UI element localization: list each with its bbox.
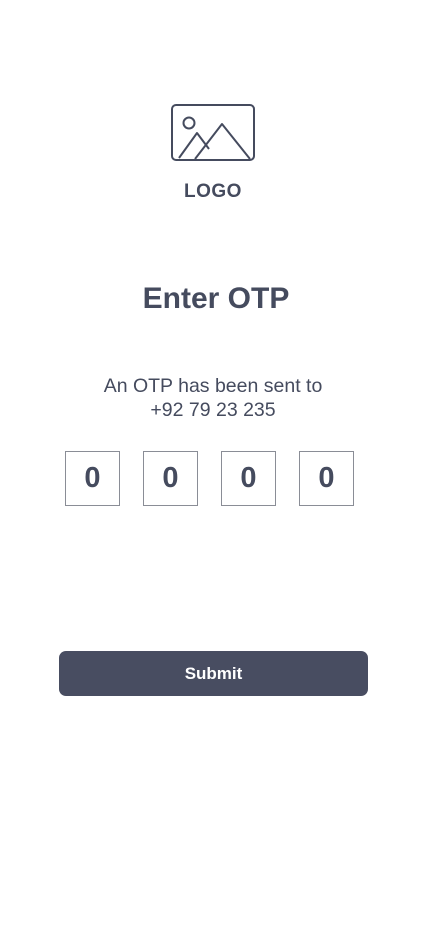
otp-digit-1[interactable]: 0 (65, 451, 120, 506)
page-title: Enter OTP (142, 282, 290, 315)
otp-sent-message-line: An OTP has been sent to (103, 375, 323, 397)
logo: LOGO (0, 104, 428, 203)
otp-digit-4[interactable]: 0 (299, 451, 354, 506)
submit-button[interactable]: Submit (59, 651, 368, 696)
otp-digit-3[interactable]: 0 (221, 451, 276, 506)
image-placeholder-icon (171, 104, 255, 161)
otp-input-group: 0 0 0 0 (65, 451, 354, 506)
logo-text: LOGO (184, 181, 242, 202)
otp-sent-message: An OTP has been sent to +92 79 23 235 (0, 374, 427, 422)
phone-number: +92 79 23 235 (150, 399, 276, 421)
otp-digit-2[interactable]: 0 (143, 451, 198, 506)
